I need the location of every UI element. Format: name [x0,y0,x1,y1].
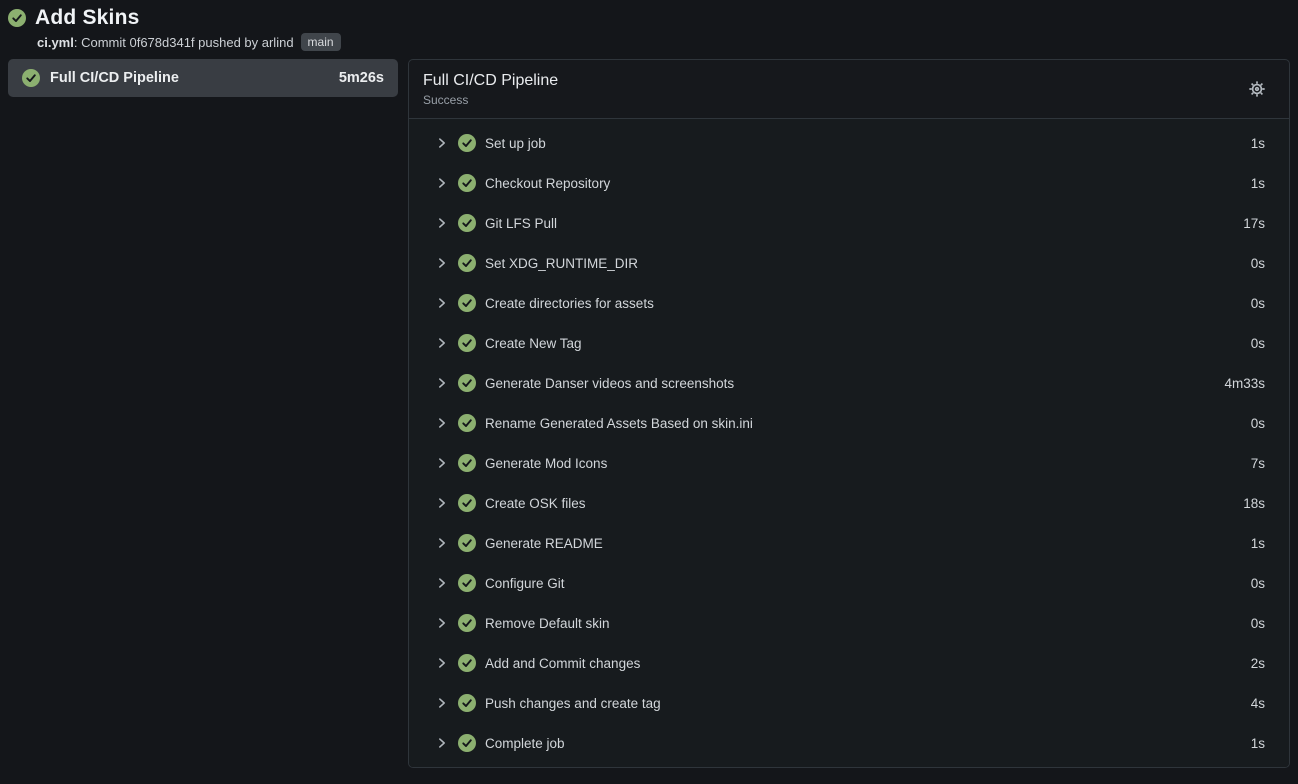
chevron-right-icon [435,376,449,390]
gear-icon[interactable] [1245,77,1269,101]
job-card-full-cicd-pipeline[interactable]: Full CI/CD Pipeline 5m26s [8,59,398,97]
step-duration: 1s [1251,536,1265,551]
job-success-check-icon [22,69,40,87]
chevron-right-icon [435,736,449,750]
step-duration: 2s [1251,656,1265,671]
chevron-right-icon [435,656,449,670]
step-duration: 1s [1251,176,1265,191]
step-row[interactable]: Create directories for assets 0s [409,283,1289,323]
success-check-icon [458,614,476,632]
step-row[interactable]: Git LFS Pull 17s [409,203,1289,243]
chevron-right-icon [435,216,449,230]
job-detail-panel: Full CI/CD Pipeline Success [408,59,1290,768]
success-check-icon [458,294,476,312]
step-row[interactable]: Push changes and create tag 4s [409,683,1289,723]
chevron-right-icon [435,256,449,270]
step-duration: 1s [1251,736,1265,751]
run-header: Add Skins ci.yml: Commit 0f678d341f push… [0,0,1298,51]
step-name: Push changes and create tag [485,696,661,711]
chevron-right-icon [435,296,449,310]
success-check-icon [458,174,476,192]
step-duration: 0s [1251,416,1265,431]
step-row[interactable]: Checkout Repository 1s [409,163,1289,203]
step-row[interactable]: Rename Generated Assets Based on skin.in… [409,403,1289,443]
step-name: Checkout Repository [485,176,610,191]
step-duration: 18s [1243,496,1265,511]
step-name: Generate README [485,536,603,551]
success-check-icon [458,334,476,352]
step-duration: 4m33s [1224,376,1265,391]
branch-badge[interactable]: main [301,33,341,51]
chevron-right-icon [435,616,449,630]
step-duration: 7s [1251,456,1265,471]
success-check-icon [458,574,476,592]
step-row[interactable]: Add and Commit changes 2s [409,643,1289,683]
success-check-icon [458,694,476,712]
success-check-icon [458,454,476,472]
success-check-icon [458,534,476,552]
chevron-right-icon [435,176,449,190]
step-duration: 1s [1251,136,1265,151]
run-success-check-icon [8,9,26,27]
chevron-right-icon [435,496,449,510]
step-row[interactable]: Remove Default skin 0s [409,603,1289,643]
step-duration: 0s [1251,616,1265,631]
step-name: Complete job [485,736,565,751]
success-check-icon [458,374,476,392]
step-name: Create New Tag [485,336,582,351]
step-row[interactable]: Generate README 1s [409,523,1289,563]
step-name: Git LFS Pull [485,216,557,231]
run-layout: Full CI/CD Pipeline 5m26s Full CI/CD Pip… [0,51,1298,768]
step-duration: 0s [1251,256,1265,271]
chevron-right-icon [435,336,449,350]
chevron-right-icon [435,536,449,550]
chevron-right-icon [435,136,449,150]
success-check-icon [458,214,476,232]
job-detail-title: Full CI/CD Pipeline [423,71,1245,91]
step-row[interactable]: Configure Git 0s [409,563,1289,603]
step-name: Configure Git [485,576,565,591]
job-name: Full CI/CD Pipeline [50,70,329,86]
step-list: Set up job 1s Checkout Repository 1s Git… [409,118,1289,767]
run-title: Add Skins [35,6,139,30]
step-row[interactable]: Generate Danser videos and screenshots 4… [409,363,1289,403]
success-check-icon [458,734,476,752]
chevron-right-icon [435,696,449,710]
success-check-icon [458,654,476,672]
step-row[interactable]: Generate Mod Icons 7s [409,443,1289,483]
step-duration: 0s [1251,296,1265,311]
step-duration: 4s [1251,696,1265,711]
success-check-icon [458,494,476,512]
jobs-sidebar: Full CI/CD Pipeline 5m26s [8,59,398,97]
step-row[interactable]: Create OSK files 18s [409,483,1289,523]
step-duration: 17s [1243,216,1265,231]
step-name: Set XDG_RUNTIME_DIR [485,256,638,271]
success-check-icon [458,414,476,432]
chevron-right-icon [435,416,449,430]
step-name: Create OSK files [485,496,586,511]
step-name: Rename Generated Assets Based on skin.in… [485,416,753,431]
step-name: Create directories for assets [485,296,654,311]
run-subtitle: ci.yml: Commit 0f678d341f pushed by arli… [37,33,1290,51]
job-detail-header: Full CI/CD Pipeline Success [409,60,1289,118]
workflow-file-name: ci.yml [37,35,74,50]
step-duration: 0s [1251,336,1265,351]
step-row[interactable]: Set up job 1s [409,123,1289,163]
job-status-label: Success [423,93,1245,107]
step-row[interactable]: Create New Tag 0s [409,323,1289,363]
success-check-icon [458,134,476,152]
step-name: Add and Commit changes [485,656,640,671]
chevron-right-icon [435,456,449,470]
step-name: Remove Default skin [485,616,610,631]
step-name: Generate Mod Icons [485,456,607,471]
step-name: Set up job [485,136,546,151]
step-row[interactable]: Complete job 1s [409,723,1289,763]
commit-text: : Commit 0f678d341f pushed by arlind [74,35,294,50]
chevron-right-icon [435,576,449,590]
job-duration: 5m26s [339,70,384,86]
step-duration: 0s [1251,576,1265,591]
success-check-icon [458,254,476,272]
step-row[interactable]: Set XDG_RUNTIME_DIR 0s [409,243,1289,283]
step-name: Generate Danser videos and screenshots [485,376,734,391]
